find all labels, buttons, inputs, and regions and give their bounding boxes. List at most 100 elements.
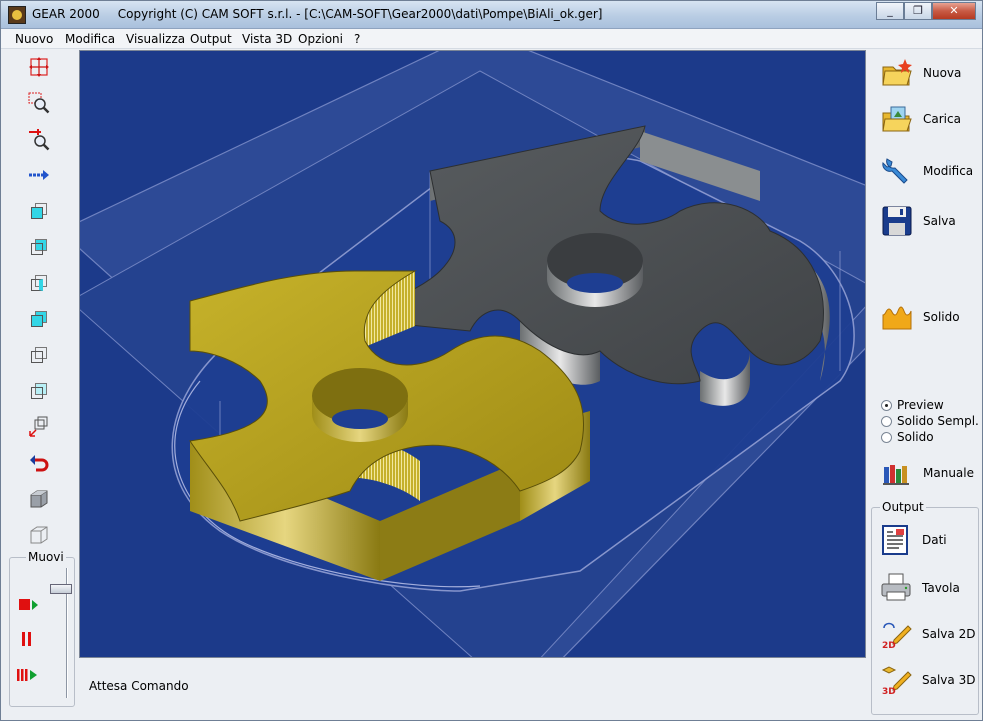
copyright-path: Copyright (C) CAM SOFT s.r.l. - [C:\CAM-… bbox=[117, 7, 603, 21]
salva-3d-button[interactable]: 3D Salva 3D bbox=[876, 660, 976, 700]
books-icon bbox=[883, 465, 909, 485]
pan-button[interactable] bbox=[25, 53, 53, 81]
solid-cube-button[interactable] bbox=[25, 485, 53, 513]
menu-opzioni[interactable]: Opzioni bbox=[298, 32, 343, 46]
radio-solido-label: Solido bbox=[897, 430, 934, 444]
badge-2d: 2D bbox=[882, 641, 896, 650]
solid-cube-icon bbox=[30, 490, 48, 508]
arrow-right-icon bbox=[29, 170, 49, 180]
menu-visualizza[interactable]: Visualizza bbox=[126, 32, 185, 46]
carica-button[interactable]: Carica bbox=[877, 99, 977, 139]
app-icon[interactable] bbox=[8, 6, 26, 24]
tavola-button[interactable]: Tavola bbox=[876, 568, 976, 608]
radio-solido-sempl-label: Solido Sempl. bbox=[897, 414, 979, 428]
3d-viewport[interactable] bbox=[79, 50, 866, 658]
printer-icon bbox=[881, 573, 911, 601]
play-icon bbox=[19, 599, 38, 610]
view-front-button[interactable] bbox=[25, 197, 53, 225]
arrow-right-button[interactable] bbox=[25, 161, 53, 189]
window-title: GEAR 2000 Copyright (C) CAM SOFT s.r.l. -… bbox=[32, 7, 620, 21]
gear-pump-render bbox=[80, 51, 865, 657]
pause-button[interactable] bbox=[18, 630, 40, 648]
close-button[interactable]: ✕ bbox=[932, 2, 976, 20]
view-back-button[interactable] bbox=[25, 377, 53, 405]
carica-label: Carica bbox=[923, 112, 961, 126]
radio-solido[interactable]: Solido bbox=[881, 429, 934, 445]
step-icon bbox=[17, 669, 37, 681]
view-back-icon bbox=[31, 383, 47, 399]
status-text: Attesa Comando bbox=[89, 679, 189, 693]
dati-button[interactable]: Dati bbox=[876, 520, 976, 560]
menu-modifica[interactable]: Modifica bbox=[65, 32, 115, 46]
wrench-icon bbox=[882, 158, 908, 184]
pan-icon bbox=[29, 57, 49, 77]
undo-view-icon bbox=[30, 455, 49, 472]
rotate-axes-button[interactable] bbox=[25, 413, 53, 441]
radio-preview[interactable]: Preview bbox=[881, 397, 944, 413]
menu-help[interactable]: ? bbox=[354, 32, 360, 46]
solido-label: Solido bbox=[923, 310, 960, 324]
view-top-icon bbox=[31, 239, 47, 255]
play-button[interactable] bbox=[18, 596, 40, 614]
salva-3d-label: Salva 3D bbox=[922, 673, 976, 687]
wire-cube-button[interactable] bbox=[25, 521, 53, 549]
modifica-label: Modifica bbox=[923, 164, 974, 178]
view-left-icon bbox=[31, 311, 47, 327]
pencil-2d-icon: 2D bbox=[882, 622, 912, 650]
view-right-icon bbox=[31, 275, 47, 291]
output-group: Output Dati Tavola 2D Salva 2D 3D Salva … bbox=[871, 500, 979, 715]
muovi-label: Muovi bbox=[26, 550, 66, 564]
view-right-button[interactable] bbox=[25, 269, 53, 297]
minimize-button[interactable]: _ bbox=[876, 2, 904, 20]
nuova-label: Nuova bbox=[923, 66, 962, 80]
view-iso-icon bbox=[31, 347, 47, 363]
wire-cube-icon bbox=[30, 526, 48, 544]
radio-solido-dot[interactable] bbox=[881, 431, 892, 443]
solid-profile-icon bbox=[882, 306, 912, 330]
pencil-3d-icon: 3D bbox=[881, 666, 912, 696]
view-left-button[interactable] bbox=[25, 305, 53, 333]
output-label: Output bbox=[880, 500, 926, 514]
main-window: GEAR 2000 Copyright (C) CAM SOFT s.r.l. -… bbox=[0, 0, 983, 721]
rotate-axes-icon bbox=[29, 416, 48, 437]
manuale-button[interactable]: Manuale bbox=[877, 453, 977, 493]
title-bar[interactable]: GEAR 2000 Copyright (C) CAM SOFT s.r.l. -… bbox=[1, 1, 982, 29]
modifica-button[interactable]: Modifica bbox=[877, 151, 977, 191]
radio-preview-label: Preview bbox=[897, 398, 944, 412]
menu-bar: Nuovo Modifica Visualizza Output Vista 3… bbox=[1, 29, 982, 49]
dati-label: Dati bbox=[922, 533, 947, 547]
zoom-in-out-button[interactable] bbox=[25, 125, 53, 153]
nuova-button[interactable]: Nuova bbox=[877, 53, 977, 93]
left-toolbar bbox=[7, 51, 73, 551]
solido-button[interactable]: Solido bbox=[877, 297, 977, 337]
menu-output[interactable]: Output bbox=[190, 32, 232, 46]
salva-2d-button[interactable]: 2D Salva 2D bbox=[876, 614, 976, 654]
restore-button[interactable]: ❐ bbox=[904, 2, 932, 20]
data-sheet-icon bbox=[882, 525, 908, 555]
salva-2d-label: Salva 2D bbox=[922, 627, 976, 641]
zoom-in-out-icon bbox=[29, 129, 50, 151]
radio-solido-sempl-dot[interactable] bbox=[881, 415, 892, 427]
manuale-label: Manuale bbox=[923, 466, 974, 480]
undo-view-button[interactable] bbox=[25, 449, 53, 477]
step-button[interactable] bbox=[16, 666, 40, 684]
radio-preview-dot[interactable] bbox=[881, 399, 892, 411]
zoom-window-button[interactable] bbox=[25, 89, 53, 117]
right-panel: Nuova Carica Modifica Salva Solido Previ… bbox=[871, 51, 981, 716]
app-name: GEAR 2000 bbox=[32, 7, 100, 21]
floppy-disk-icon bbox=[882, 206, 912, 236]
open-folder-icon bbox=[882, 106, 912, 132]
badge-3d: 3D bbox=[882, 687, 896, 696]
muovi-slider-thumb[interactable] bbox=[50, 584, 72, 594]
radio-solido-sempl[interactable]: Solido Sempl. bbox=[881, 413, 979, 429]
menu-vista-3d[interactable]: Vista 3D bbox=[242, 32, 292, 46]
view-front-icon bbox=[31, 203, 47, 219]
muovi-group: Muovi bbox=[9, 550, 75, 707]
view-top-button[interactable] bbox=[25, 233, 53, 261]
tavola-label: Tavola bbox=[922, 581, 960, 595]
view-iso-button[interactable] bbox=[25, 341, 53, 369]
menu-nuovo[interactable]: Nuovo bbox=[15, 32, 53, 46]
salva-button[interactable]: Salva bbox=[877, 201, 977, 241]
new-folder-icon bbox=[882, 59, 912, 86]
status-bar: Attesa Comando bbox=[79, 661, 866, 709]
